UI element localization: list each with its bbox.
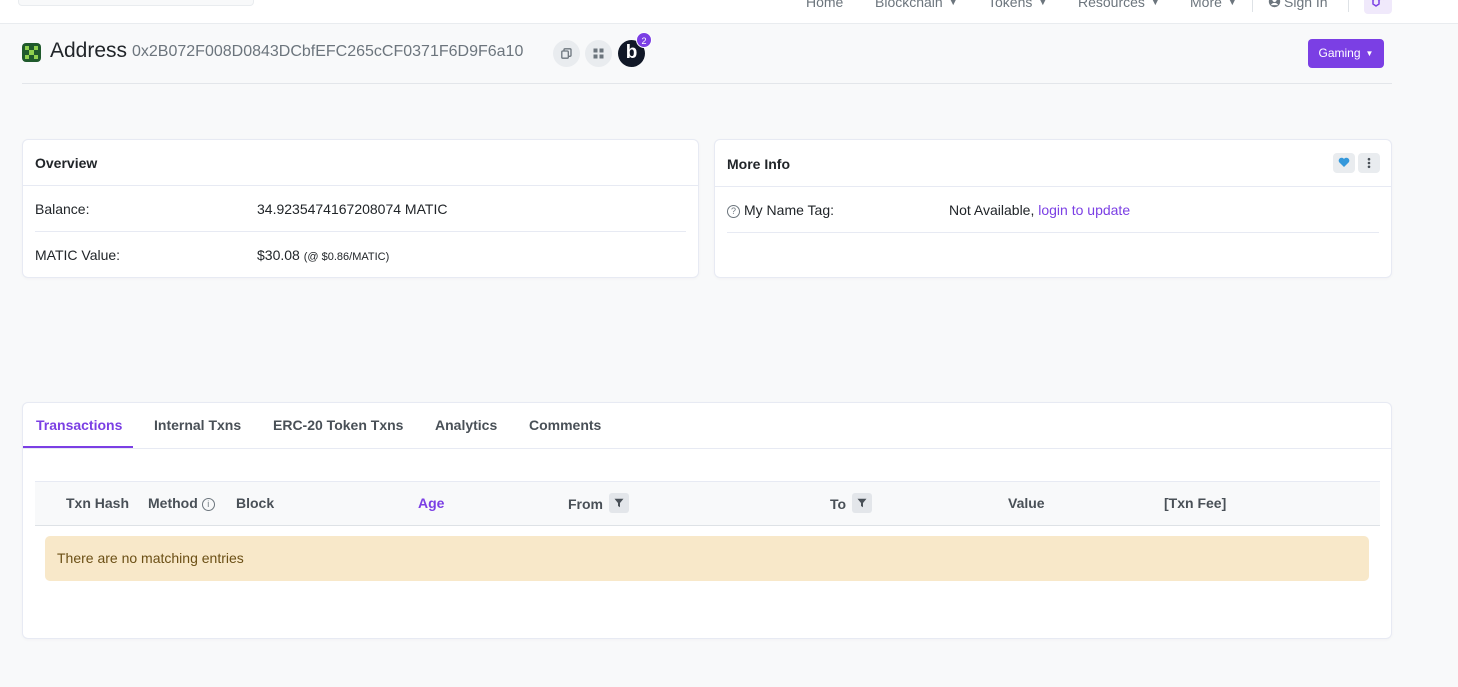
more-info-card: More Info ? My Name Tag: Not Available, l… — [714, 139, 1392, 278]
vertical-dots-icon — [1367, 157, 1371, 169]
tab-transactions[interactable]: Transactions — [36, 417, 122, 433]
question-icon: ? — [727, 205, 740, 218]
transactions-card: Transactions Internal Txns ERC-20 Token … — [22, 402, 1392, 639]
filter-icon — [614, 498, 624, 508]
nav-more-label: More — [1190, 0, 1222, 10]
copy-address-button[interactable] — [553, 40, 580, 67]
header-divider — [22, 83, 1392, 84]
page-title: Address — [50, 39, 128, 62]
chevron-down-icon: ▼ — [1365, 49, 1374, 58]
tab-analytics[interactable]: Analytics — [435, 417, 497, 433]
matic-rate: (@ $0.86/MATIC) — [303, 251, 390, 263]
info-icon[interactable]: i — [201, 498, 215, 511]
chevron-down-icon: ▼ — [1150, 0, 1160, 7]
copy-icon — [561, 48, 572, 59]
card-divider — [23, 185, 698, 186]
nav-more[interactable]: More ▼ — [1190, 0, 1237, 11]
heart-icon — [1338, 157, 1350, 167]
nav-resources[interactable]: Resources ▼ — [1078, 0, 1160, 11]
notification-count-badge: 2 — [636, 32, 652, 48]
sign-in-link[interactable]: Sign In — [1268, 0, 1328, 11]
more-options-button[interactable] — [1358, 153, 1380, 173]
balance-label: Balance: — [35, 201, 90, 217]
chevron-down-icon: ▼ — [1038, 0, 1048, 7]
top-navbar: Home Blockchain ▼ Tokens ▼ Resources ▼ More… — [0, 0, 1458, 24]
qr-code-button[interactable] — [585, 40, 612, 67]
nav-divider — [1252, 0, 1253, 12]
chevron-down-icon: ▼ — [1227, 0, 1237, 7]
col-from-label: From — [568, 496, 603, 512]
col-age[interactable]: Age — [418, 495, 444, 511]
col-txn-hash: Txn Hash — [66, 495, 130, 511]
address-avatar — [22, 43, 41, 62]
card-divider — [715, 186, 1391, 187]
name-tag-status: Not Available, — [949, 202, 1035, 218]
no-entries-alert: There are no matching entries — [45, 536, 1369, 581]
tab-erc20-token-txns[interactable]: ERC-20 Token Txns — [273, 417, 403, 433]
nav-divider — [1348, 0, 1349, 12]
nav-home[interactable]: Home — [806, 0, 843, 11]
polygon-icon — [1372, 0, 1384, 7]
sign-in-label: Sign In — [1284, 0, 1328, 10]
to-filter-button[interactable] — [852, 493, 873, 513]
card-divider — [35, 231, 686, 232]
col-to: To — [830, 493, 873, 513]
col-value: Value — [1008, 495, 1045, 511]
address-hash: 0x2B072F008D0843DCbfEFC265cCF0371F6D9F6a… — [132, 43, 524, 60]
name-tag-label: ? My Name Tag: — [727, 202, 834, 218]
tab-comments[interactable]: Comments — [529, 417, 601, 433]
matic-value-amount: $30.08 — [257, 247, 300, 263]
nav-tokens-label: Tokens — [988, 0, 1033, 10]
gaming-label: Gaming — [1318, 46, 1361, 60]
col-block: Block — [236, 495, 275, 511]
col-to-label: To — [830, 496, 847, 512]
tab-internal-txns[interactable]: Internal Txns — [154, 417, 241, 433]
nav-resources-label: Resources — [1078, 0, 1145, 10]
transactions-table-header: Txn Hash Method i Block Age From To Value… — [35, 481, 1380, 526]
overview-title: Overview — [35, 155, 98, 171]
login-to-update-link[interactable]: login to update — [1038, 202, 1130, 218]
nav-home-label: Home — [806, 0, 844, 10]
network-switch-button[interactable] — [1364, 0, 1392, 14]
filter-icon — [857, 498, 867, 508]
chevron-down-icon: ▼ — [948, 0, 958, 7]
search-input[interactable] — [18, 0, 254, 6]
matic-value: $30.08 (@ $0.86/MATIC) — [257, 247, 389, 263]
name-tag-text: My Name Tag: — [744, 202, 834, 218]
balance-value: 34.9235474167208074 MATIC — [257, 201, 448, 217]
col-method-label: Method — [148, 495, 198, 511]
user-icon — [1268, 0, 1281, 8]
col-txn-fee[interactable]: [Txn Fee] — [1164, 495, 1226, 511]
tabs-divider — [23, 448, 1391, 449]
overview-card: Overview Balance: 34.9235474167208074 MA… — [22, 139, 699, 278]
nav-blockchain-label: Blockchain — [875, 0, 943, 10]
col-from: From — [568, 493, 629, 513]
more-info-title: More Info — [727, 156, 790, 172]
matic-value-label: MATIC Value: — [35, 247, 121, 263]
qr-code-icon — [593, 48, 604, 59]
from-filter-button[interactable] — [609, 493, 629, 513]
favorite-button[interactable] — [1333, 153, 1355, 173]
name-tag-value: Not Available, login to update — [949, 202, 1130, 218]
nav-tokens[interactable]: Tokens ▼ — [988, 0, 1047, 11]
nav-blockchain[interactable]: Blockchain ▼ — [875, 0, 958, 11]
gaming-dropdown-button[interactable]: Gaming ▼ — [1308, 39, 1384, 68]
blockscan-letter: b — [625, 42, 638, 63]
card-divider — [727, 232, 1379, 233]
col-method: Method i — [148, 495, 215, 511]
